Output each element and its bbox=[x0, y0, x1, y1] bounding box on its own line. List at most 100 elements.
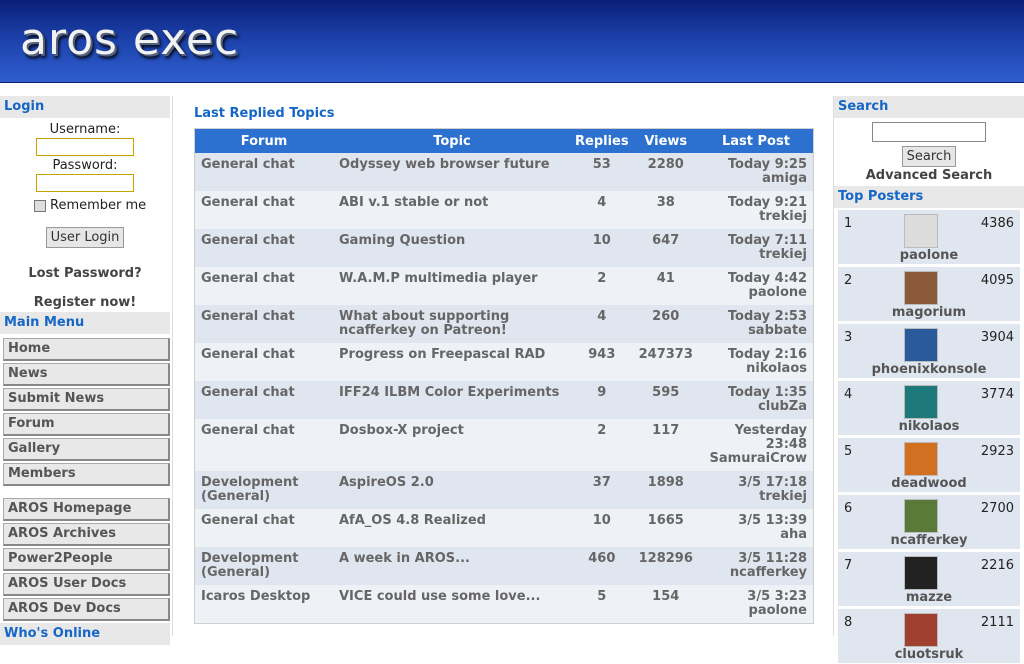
lost-password-link[interactable]: Lost Password? bbox=[0, 266, 170, 281]
last-post-time[interactable]: 3/5 11:28 bbox=[705, 552, 807, 566]
last-post-user[interactable]: amiga bbox=[705, 172, 807, 186]
menu-item-aros-homepage[interactable]: AROS Homepage bbox=[3, 498, 170, 521]
last-post-time[interactable]: Today 4:42 bbox=[705, 272, 807, 286]
last-post-user[interactable]: paolone bbox=[705, 286, 807, 300]
menu-item-members[interactable]: Members bbox=[3, 463, 170, 486]
topic-cell[interactable]: Dosbox-X project bbox=[333, 419, 571, 471]
forum-cell[interactable]: General chat bbox=[194, 229, 333, 267]
replies-cell: 53 bbox=[571, 153, 633, 191]
avatar[interactable] bbox=[904, 328, 938, 362]
avatar[interactable] bbox=[904, 271, 938, 305]
topic-cell[interactable]: W.A.M.P multimedia player bbox=[333, 267, 571, 305]
site-logo[interactable]: aros exec bbox=[20, 14, 239, 65]
last-post-time[interactable]: Today 9:21 bbox=[705, 196, 807, 210]
last-post-time[interactable]: Yesterday 23:48 bbox=[705, 424, 807, 452]
top-poster-item: 8 2111 cluotsruk bbox=[838, 609, 1020, 664]
last-post-time[interactable]: Today 9:25 bbox=[705, 158, 807, 172]
last-post-user[interactable]: trekiej bbox=[705, 248, 807, 262]
topic-cell[interactable]: Gaming Question bbox=[333, 229, 571, 267]
topic-cell[interactable]: AspireOS 2.0 bbox=[333, 471, 571, 509]
poster-name[interactable]: nikolaos bbox=[838, 419, 1020, 434]
last-post-user[interactable]: nikolaos bbox=[705, 362, 807, 376]
forum-cell[interactable]: General chat bbox=[194, 153, 333, 191]
forum-cell[interactable]: General chat bbox=[194, 267, 333, 305]
last-post-cell: Today 1:35 clubZa bbox=[698, 381, 814, 419]
topic-cell[interactable]: IFF24 ILBM Color Experiments bbox=[333, 381, 571, 419]
menu-item-aros-user-docs[interactable]: AROS User Docs bbox=[3, 573, 170, 596]
avatar[interactable] bbox=[904, 385, 938, 419]
topic-cell[interactable]: What about supporting ncafferkey on Patr… bbox=[333, 305, 571, 343]
last-post-time[interactable]: 3/5 13:39 bbox=[705, 514, 807, 528]
table-row: General chat W.A.M.P multimedia player 2 41… bbox=[194, 267, 814, 305]
views-cell: 41 bbox=[632, 267, 699, 305]
last-post-user[interactable]: aha bbox=[705, 528, 807, 542]
menu-item-submit-news[interactable]: Submit News bbox=[3, 388, 170, 411]
poster-name[interactable]: mazze bbox=[838, 590, 1020, 605]
last-post-user[interactable]: SamuraiCrow bbox=[705, 452, 807, 466]
forum-cell[interactable]: Icaros Desktop bbox=[194, 585, 333, 624]
menu-item-power2people[interactable]: Power2People bbox=[3, 548, 170, 571]
forum-cell[interactable]: Development (General) bbox=[194, 547, 333, 585]
remember-me-checkbox[interactable] bbox=[34, 199, 46, 212]
poster-name[interactable]: ncafferkey bbox=[838, 533, 1020, 548]
forum-cell[interactable]: Development (General) bbox=[194, 471, 333, 509]
menu-item-home[interactable]: Home bbox=[3, 338, 170, 361]
avatar[interactable] bbox=[904, 613, 938, 647]
last-post-time[interactable]: 3/5 17:18 bbox=[705, 476, 807, 490]
avatar[interactable] bbox=[904, 214, 938, 248]
top-poster-item: 2 4095 magorium bbox=[838, 267, 1020, 322]
menu-item-forum[interactable]: Forum bbox=[3, 413, 170, 436]
poster-name[interactable]: magorium bbox=[838, 305, 1020, 320]
forum-cell[interactable]: General chat bbox=[194, 419, 333, 471]
poster-name[interactable]: cluotsruk bbox=[838, 647, 1020, 662]
remember-me-label: Remember me bbox=[50, 198, 147, 213]
table-row: General chat AfA_OS 4.8 Realized 10 1665 3/5… bbox=[194, 509, 814, 547]
poster-count: 2216 bbox=[980, 558, 1014, 573]
forum-cell[interactable]: General chat bbox=[194, 381, 333, 419]
user-login-button[interactable]: User Login bbox=[45, 227, 125, 248]
forum-cell[interactable]: General chat bbox=[194, 343, 333, 381]
last-post-user[interactable]: clubZa bbox=[705, 400, 807, 414]
search-input[interactable] bbox=[872, 122, 986, 142]
username-input[interactable] bbox=[36, 138, 134, 156]
avatar[interactable] bbox=[904, 556, 938, 590]
last-post-time[interactable]: Today 2:53 bbox=[705, 310, 807, 324]
topic-cell[interactable]: A week in AROS... bbox=[333, 547, 571, 585]
last-post-time[interactable]: Today 1:35 bbox=[705, 386, 807, 400]
topic-cell[interactable]: ABI v.1 stable or not bbox=[333, 191, 571, 229]
last-post-time[interactable]: Today 2:16 bbox=[705, 348, 807, 362]
avatar[interactable] bbox=[904, 499, 938, 533]
top-poster-item: 6 2700 ncafferkey bbox=[838, 495, 1020, 550]
register-link[interactable]: Register now! bbox=[0, 295, 170, 310]
last-post-user[interactable]: sabbate bbox=[705, 324, 807, 338]
last-post-time[interactable]: Today 7:11 bbox=[705, 234, 807, 248]
topic-cell[interactable]: Odyssey web browser future bbox=[333, 153, 571, 191]
last-post-user[interactable]: trekiej bbox=[705, 210, 807, 224]
forum-cell[interactable]: General chat bbox=[194, 509, 333, 547]
top-poster-item: 5 2923 deadwood bbox=[838, 438, 1020, 493]
last-post-user[interactable]: paolone bbox=[705, 604, 807, 618]
forum-cell[interactable]: General chat bbox=[194, 305, 333, 343]
menu-item-aros-dev-docs[interactable]: AROS Dev Docs bbox=[3, 598, 170, 621]
poster-name[interactable]: phoenixkonsole bbox=[838, 362, 1020, 377]
whos-online-title: Who's Online bbox=[0, 623, 170, 645]
views-cell: 247373 bbox=[632, 343, 699, 381]
search-button[interactable]: Search bbox=[901, 146, 957, 167]
remember-me[interactable]: Remember me bbox=[34, 198, 170, 213]
last-post-time[interactable]: 3/5 3:23 bbox=[705, 590, 807, 604]
last-post-user[interactable]: ncafferkey bbox=[705, 566, 807, 580]
menu-item-gallery[interactable]: Gallery bbox=[3, 438, 170, 461]
topic-cell[interactable]: VICE could use some love... bbox=[333, 585, 571, 624]
topic-cell[interactable]: AfA_OS 4.8 Realized bbox=[333, 509, 571, 547]
avatar[interactable] bbox=[904, 442, 938, 476]
poster-name[interactable]: paolone bbox=[838, 248, 1020, 263]
forum-cell[interactable]: General chat bbox=[194, 191, 333, 229]
advanced-search-link[interactable]: Advanced Search bbox=[834, 168, 1024, 183]
last-post-user[interactable]: trekiej bbox=[705, 490, 807, 504]
menu-item-aros-archives[interactable]: AROS Archives bbox=[3, 523, 170, 546]
password-input[interactable] bbox=[36, 174, 134, 192]
poster-name[interactable]: deadwood bbox=[838, 476, 1020, 491]
poster-count: 3774 bbox=[980, 387, 1014, 402]
topic-cell[interactable]: Progress on Freepascal RAD bbox=[333, 343, 571, 381]
menu-item-news[interactable]: News bbox=[3, 363, 170, 386]
